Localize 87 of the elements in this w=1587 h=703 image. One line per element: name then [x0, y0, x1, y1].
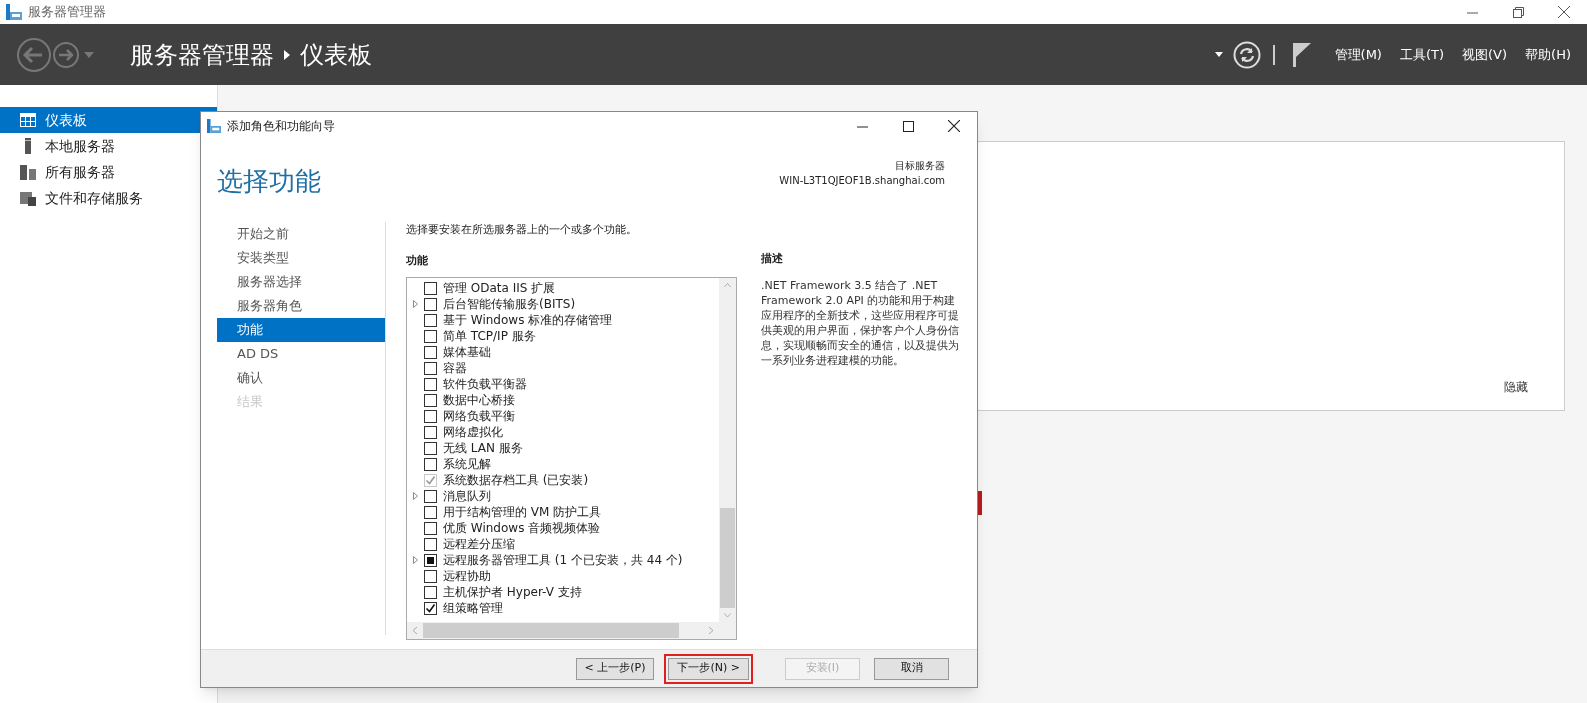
wizard-step[interactable]: 开始之前 — [217, 222, 385, 246]
checkbox[interactable] — [424, 409, 437, 423]
description-label: 描述 — [761, 251, 784, 267]
feature-label: 消息队列 — [443, 488, 491, 505]
target-label: 目标服务器 — [895, 159, 945, 173]
dropdown-icon[interactable] — [1214, 52, 1223, 57]
feature-label: 无线 LAN 服务 — [443, 440, 523, 457]
page-heading: 选择功能 — [217, 165, 321, 198]
expand-icon[interactable] — [413, 300, 418, 308]
wizard-button[interactable]: < 上一步(P) — [575, 657, 655, 680]
close-icon[interactable] — [1558, 6, 1570, 18]
wizard-step[interactable]: 服务器角色 — [217, 294, 385, 318]
wizard-step[interactable]: AD DS — [217, 342, 385, 366]
app-title: 服务器管理器 — [130, 39, 274, 71]
menu-item[interactable]: 帮助(H) — [1525, 44, 1571, 65]
feature-label: 网络负载平衡 — [443, 408, 515, 425]
feature-label: 数据中心桥接 — [443, 392, 515, 409]
folder-icon — [20, 190, 36, 206]
menu-item[interactable]: 视图(V) — [1462, 44, 1508, 65]
instruction-text: 选择要安装在所选服务器上的一个或多个功能。 — [406, 222, 638, 238]
feature-label: 管理 OData IIS 扩展 — [443, 280, 556, 297]
feature-label: 优质 Windows 音频视频体验 — [443, 520, 601, 537]
page-title: 仪表板 — [300, 39, 372, 71]
menu-item[interactable]: 管理(M) — [1334, 44, 1382, 65]
features-label: 功能 — [406, 252, 429, 269]
target-server: WIN-L3T1QJEOF1B.shanghai.com — [779, 174, 945, 188]
grid-icon — [20, 113, 36, 127]
wizard-step[interactable]: 功能 — [217, 318, 385, 342]
wizard-button[interactable]: 下一步(N) > — [668, 657, 749, 680]
checkbox[interactable] — [424, 441, 437, 455]
refresh-icon[interactable] — [1232, 40, 1261, 69]
feature-label: 简单 TCP/IP 服务 — [443, 328, 536, 345]
servers-icon — [20, 164, 36, 180]
checkbox[interactable] — [424, 361, 437, 375]
checkbox[interactable] — [424, 585, 437, 599]
checkbox[interactable] — [424, 489, 437, 503]
expand-icon[interactable] — [413, 556, 418, 564]
checkbox[interactable] — [424, 297, 437, 311]
menu-item[interactable]: 工具(T) — [1399, 44, 1445, 65]
feature-label: 主机保护者 Hyper-V 支持 — [443, 584, 582, 601]
checkbox[interactable] — [424, 313, 437, 327]
checkbox[interactable] — [424, 601, 437, 615]
checkbox[interactable] — [424, 329, 437, 343]
feature-label: 软件负载平衡器 — [443, 376, 527, 393]
feature-label: 后台智能传输服务(BITS) — [443, 296, 576, 313]
wizard-button[interactable]: 取消 — [874, 657, 949, 680]
checkbox[interactable] — [424, 457, 437, 471]
feature-label: 媒体基础 — [443, 344, 491, 361]
feature-label: 远程服务器管理工具 (1 个已安装，共 44 个) — [443, 552, 683, 569]
feature-label: 组策略管理 — [443, 600, 503, 617]
checkbox[interactable] — [424, 521, 437, 535]
sidebar-item[interactable]: 所有服务器 — [0, 159, 217, 185]
checkbox[interactable] — [424, 553, 437, 567]
window-title: 服务器管理器 — [28, 3, 106, 22]
app-icon — [6, 4, 22, 20]
checkbox[interactable] — [424, 377, 437, 391]
wizard-step[interactable]: 确认 — [217, 366, 385, 390]
breadcrumb-arrow-icon — [284, 49, 290, 60]
expand-icon[interactable] — [413, 492, 418, 500]
wizard-step[interactable]: 安装类型 — [217, 246, 385, 270]
checkbox[interactable] — [424, 569, 437, 583]
feature-label: 系统数据存档工具 (已安装) — [443, 472, 589, 489]
description-text: .NET Framework 3.5 结合了 .NET Framework 2.0 API 的功能和用于构建应用程序的全新技术，这些应用程序可提供美观的用户界面，保护客户个人身份信息，实现顺畅而安全的通信，以及提供为一系列业务进程建模的功能。 — [761, 277, 960, 368]
wizard-step[interactable]: 服务器选择 — [217, 270, 385, 294]
feature-label: 用于结构管理的 VM 防护工具 — [443, 504, 602, 521]
close-icon[interactable] — [948, 120, 960, 132]
sidebar-item[interactable]: 本地服务器 — [0, 133, 217, 159]
checkbox[interactable] — [424, 345, 437, 359]
flag-icon[interactable] — [1292, 42, 1311, 67]
maximize-icon[interactable] — [902, 120, 914, 132]
checkbox[interactable] — [424, 281, 437, 295]
sidebar-item[interactable]: 文件和存储服务 — [0, 185, 217, 211]
dialog-title: 添加角色和功能向导 — [227, 118, 335, 135]
sidebar-item[interactable]: 仪表板 — [0, 107, 217, 133]
feature-label: 远程协助 — [443, 568, 491, 585]
checkbox[interactable] — [424, 505, 437, 519]
feature-label: 容器 — [443, 360, 467, 377]
feature-label: 远程差分压缩 — [443, 536, 515, 553]
checkbox[interactable] — [424, 393, 437, 407]
feature-label: 基于 Windows 标准的存储管理 — [443, 312, 613, 329]
feature-label: 系统见解 — [443, 456, 491, 473]
checkbox[interactable] — [424, 537, 437, 551]
feature-label: 网络虚拟化 — [443, 424, 503, 441]
hide-link[interactable]: 隐藏 — [1504, 378, 1528, 396]
checkbox[interactable] — [424, 425, 437, 439]
restore-icon[interactable] — [1512, 6, 1524, 18]
wizard-icon — [207, 119, 221, 133]
